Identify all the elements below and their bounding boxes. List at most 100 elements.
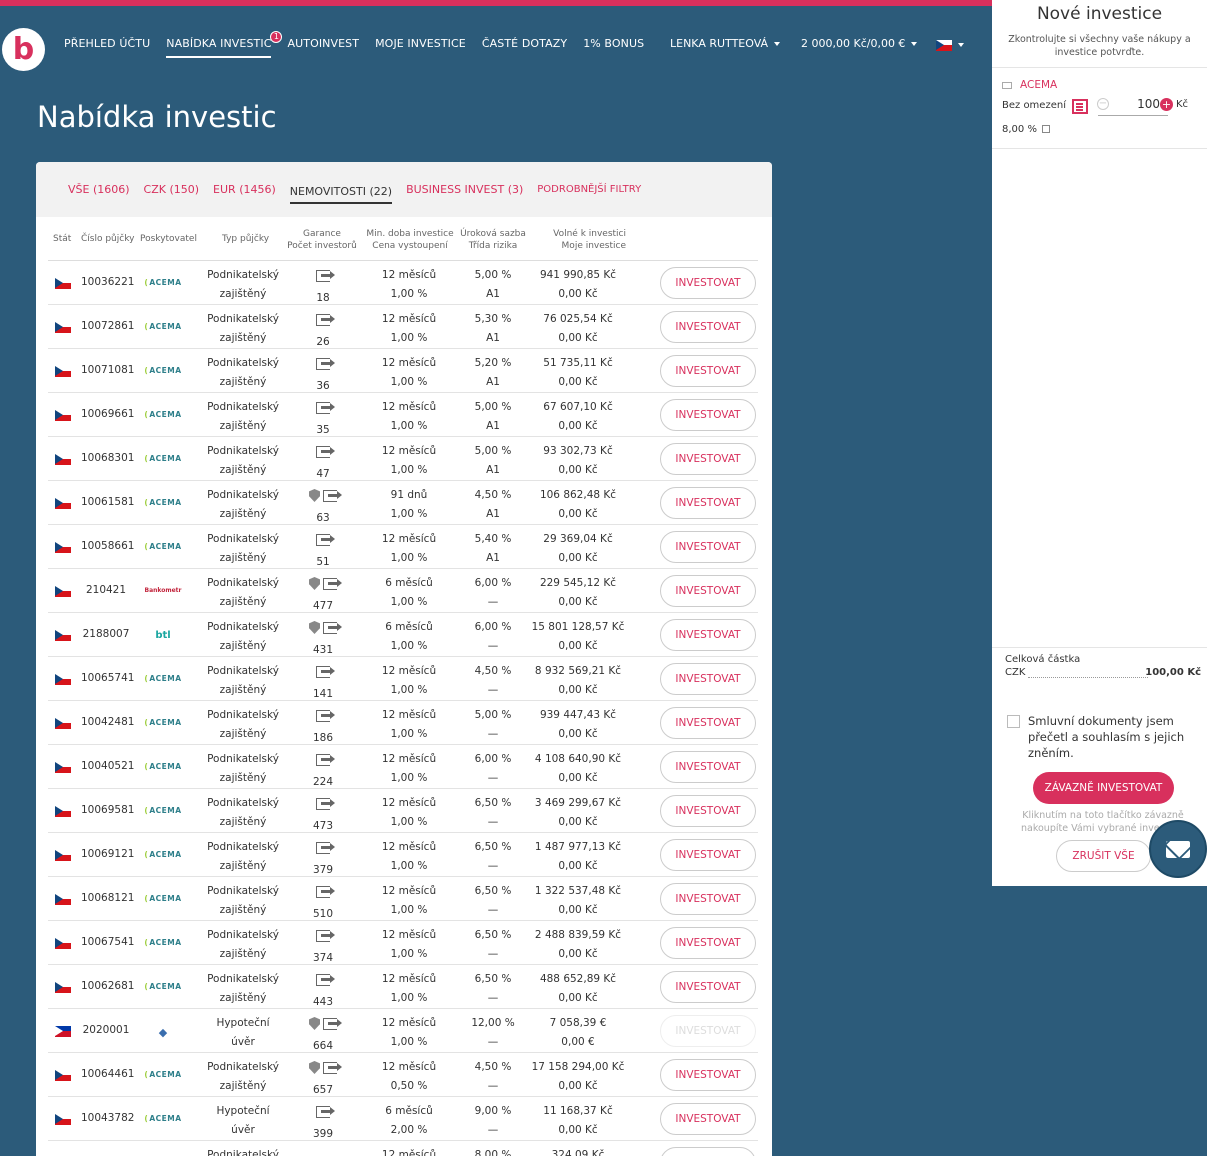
table-row[interactable]: 10036221 ACEMA Podnikatelský zajištěný 18 12 … bbox=[48, 261, 758, 305]
col-country[interactable]: Stát bbox=[53, 233, 71, 245]
loan-type-line1: Hypoteční bbox=[216, 1017, 270, 1029]
loan-number[interactable]: 10068121 bbox=[81, 892, 134, 904]
loan-number[interactable]: 10036221 bbox=[81, 276, 134, 288]
nav-item-account-overview[interactable]: PŘEHLED ÚČTU bbox=[64, 37, 150, 58]
loan-number[interactable]: 210421 bbox=[81, 584, 131, 596]
table-row[interactable]: 10064461 ACEMA Podnikatelský zajištěný 657 12… bbox=[48, 1053, 758, 1097]
invest-button[interactable]: INVESTOVAT bbox=[660, 575, 756, 607]
table-row[interactable]: 10071081 ACEMA Podnikatelský zajištěný 36 12 … bbox=[48, 349, 758, 393]
table-row[interactable]: 10069121 ACEMA Podnikatelský zajištěný 379 12… bbox=[48, 833, 758, 877]
confirm-invest-button[interactable]: ZÁVAZNĚ INVESTOVAT bbox=[1033, 772, 1174, 804]
loan-number[interactable]: 10068301 bbox=[81, 452, 134, 464]
nav-item-investment-offer[interactable]: NABÍDKA INVESTIC 1 bbox=[166, 31, 283, 58]
invest-button[interactable]: INVESTOVAT bbox=[660, 1147, 756, 1156]
loan-number[interactable]: 10062681 bbox=[81, 980, 134, 992]
table-row[interactable]: 10040521 ACEMA Podnikatelský zajištěný 224 12… bbox=[48, 745, 758, 789]
col-min-period[interactable]: Min. doba investice Cena vystoupení bbox=[366, 228, 454, 252]
loan-number[interactable]: 10067541 bbox=[81, 936, 134, 948]
table-row[interactable]: 10062681 ACEMA Podnikatelský zajištěný 443 12… bbox=[48, 965, 758, 1009]
interest-rate: 6,50 % — bbox=[458, 838, 528, 876]
tab-czk[interactable]: CZK (150) bbox=[144, 180, 200, 199]
col-guarantee[interactable]: Garance Počet investorů bbox=[286, 228, 358, 252]
tab-all[interactable]: VŠE (1606) bbox=[68, 180, 130, 199]
minus-icon[interactable]: − bbox=[1097, 98, 1109, 110]
loan-number[interactable]: 10071081 bbox=[81, 364, 134, 376]
invest-button[interactable]: INVESTOVAT bbox=[660, 487, 756, 519]
nav-item-autoinvest[interactable]: AUTOINVEST bbox=[287, 37, 359, 58]
contact-button[interactable] bbox=[1149, 820, 1207, 878]
document-icon[interactable] bbox=[1072, 99, 1088, 114]
invest-button[interactable]: INVESTOVAT bbox=[660, 311, 756, 343]
logo[interactable]: b bbox=[2, 28, 45, 71]
loan-number[interactable]: 10061581 bbox=[81, 496, 134, 508]
nav-item-faq[interactable]: ČASTÉ DOTAZY bbox=[482, 37, 567, 58]
loan-number[interactable]: 10043782 bbox=[81, 1112, 134, 1124]
table-row[interactable]: 10043782 ACEMA Hypoteční úvěr 399 6 měsíců 2,0… bbox=[48, 1097, 758, 1141]
user-menu[interactable]: LENKA RUTTEOVÁ bbox=[670, 37, 781, 50]
detailed-filters-link[interactable]: PODROBNĚJŠÍ FILTRY bbox=[537, 181, 641, 198]
plus-icon[interactable]: + bbox=[1160, 98, 1173, 111]
table-row[interactable]: 10061581 ACEMA Podnikatelský zajištěný 63 91 … bbox=[48, 481, 758, 525]
invest-button[interactable]: INVESTOVAT bbox=[660, 1103, 756, 1135]
invest-button[interactable]: INVESTOVAT bbox=[660, 707, 756, 739]
tab-business-invest[interactable]: BUSINESS INVEST (3) bbox=[406, 180, 523, 199]
tab-eur[interactable]: EUR (1456) bbox=[213, 180, 276, 199]
invest-button[interactable]: INVESTOVAT bbox=[660, 1015, 756, 1047]
col-provider[interactable]: Poskytovatel bbox=[140, 233, 197, 245]
language-menu[interactable] bbox=[936, 38, 964, 51]
invest-button[interactable]: INVESTOVAT bbox=[660, 883, 756, 915]
invest-button[interactable]: INVESTOVAT bbox=[660, 531, 756, 563]
table-row[interactable]: 10072861 ACEMA Podnikatelský zajištěný 26 12 … bbox=[48, 305, 758, 349]
loan-number[interactable]: 10072861 bbox=[81, 320, 134, 332]
loan-number[interactable]: 10042481 bbox=[81, 716, 134, 728]
tab-real-estate[interactable]: NEMOVITOSTI (22) bbox=[289, 182, 393, 204]
invest-button[interactable]: INVESTOVAT bbox=[660, 399, 756, 431]
table-row[interactable]: 10069581 ACEMA Podnikatelský zajištěný 473 12… bbox=[48, 789, 758, 833]
table-row[interactable]: 10067541 ACEMA Podnikatelský zajištěný 374 12… bbox=[48, 921, 758, 965]
nav-item-my-investments[interactable]: MOJE INVESTICE bbox=[375, 37, 466, 58]
invest-button[interactable]: INVESTOVAT bbox=[660, 839, 756, 871]
loan-number[interactable]: 10040521 bbox=[81, 760, 134, 772]
basket-amount-input[interactable]: 100 bbox=[1098, 97, 1168, 116]
balance-menu[interactable]: 2 000,00 Kč/0,00 € bbox=[801, 37, 918, 50]
loan-number[interactable]: 2020001 bbox=[81, 1024, 131, 1036]
risk-class: — bbox=[487, 1036, 499, 1048]
cancel-all-button[interactable]: ZRUŠIT VŠE bbox=[1056, 840, 1151, 872]
loan-number[interactable]: 10058661 bbox=[81, 540, 134, 552]
exit-price: 1,00 % bbox=[390, 420, 428, 432]
terms-label[interactable]: Smluvní dokumenty jsem přečetl a souhlas… bbox=[1028, 713, 1198, 761]
invest-button[interactable]: INVESTOVAT bbox=[660, 355, 756, 387]
invest-button[interactable]: INVESTOVAT bbox=[660, 619, 756, 651]
table-row[interactable]: 10069661 ACEMA Podnikatelský zajištěný 35 12 … bbox=[48, 393, 758, 437]
invest-button[interactable]: INVESTOVAT bbox=[660, 971, 756, 1003]
table-row[interactable]: Podnikatelský 12 měsíců 8,00 % 324,09 Kč INV… bbox=[48, 1141, 758, 1156]
loan-number[interactable]: 10069661 bbox=[81, 408, 134, 420]
loan-number[interactable]: 10065741 bbox=[81, 672, 134, 684]
invest-button[interactable]: INVESTOVAT bbox=[660, 751, 756, 783]
invest-button[interactable]: INVESTOVAT bbox=[660, 443, 756, 475]
table-row[interactable]: 10042481 ACEMA Podnikatelský zajištěný 186 12… bbox=[48, 701, 758, 745]
loan-number[interactable]: 10069581 bbox=[81, 804, 134, 816]
nav-item-bonus[interactable]: 1% BONUS bbox=[583, 37, 644, 58]
loan-number[interactable]: 10069121 bbox=[81, 848, 134, 860]
col-loan-type[interactable]: Typ půjčky bbox=[222, 233, 269, 245]
invest-button[interactable]: INVESTOVAT bbox=[660, 1059, 756, 1091]
table-row[interactable]: 10065741 ACEMA Podnikatelský zajištěný 141 12… bbox=[48, 657, 758, 701]
col-loan-number[interactable]: Číslo půjčky bbox=[81, 233, 134, 245]
risk-class: — bbox=[487, 640, 499, 652]
invest-button[interactable]: INVESTOVAT bbox=[660, 267, 756, 299]
terms-checkbox[interactable] bbox=[1007, 715, 1020, 728]
invest-button[interactable]: INVESTOVAT bbox=[660, 927, 756, 959]
col-available[interactable]: Volné k investici Moje investice bbox=[548, 228, 626, 252]
invest-button[interactable]: INVESTOVAT bbox=[660, 795, 756, 827]
loan-number[interactable]: 2188007 bbox=[81, 628, 131, 640]
invest-button[interactable]: INVESTOVAT bbox=[660, 663, 756, 695]
loan-number[interactable]: 10064461 bbox=[81, 1068, 134, 1080]
table-row[interactable]: 10068121 ACEMA Podnikatelský zajištěný 510 12… bbox=[48, 877, 758, 921]
table-row[interactable]: 2020001 ◆ Hypoteční úvěr 664 12 měsíců 1,00 % 1… bbox=[48, 1009, 758, 1053]
table-row[interactable]: 210421 Bankometr Podnikatelský zajištěný 477… bbox=[48, 569, 758, 613]
table-row[interactable]: 10058661 ACEMA Podnikatelský zajištěný 51 12 … bbox=[48, 525, 758, 569]
table-row[interactable]: 10068301 ACEMA Podnikatelský zajištěný 47 12 … bbox=[48, 437, 758, 481]
table-row[interactable]: 2188007 btl Podnikatelský zajištěný 431 6 měs… bbox=[48, 613, 758, 657]
col-interest-rate[interactable]: Úroková sazba Třída rizika bbox=[458, 228, 528, 252]
